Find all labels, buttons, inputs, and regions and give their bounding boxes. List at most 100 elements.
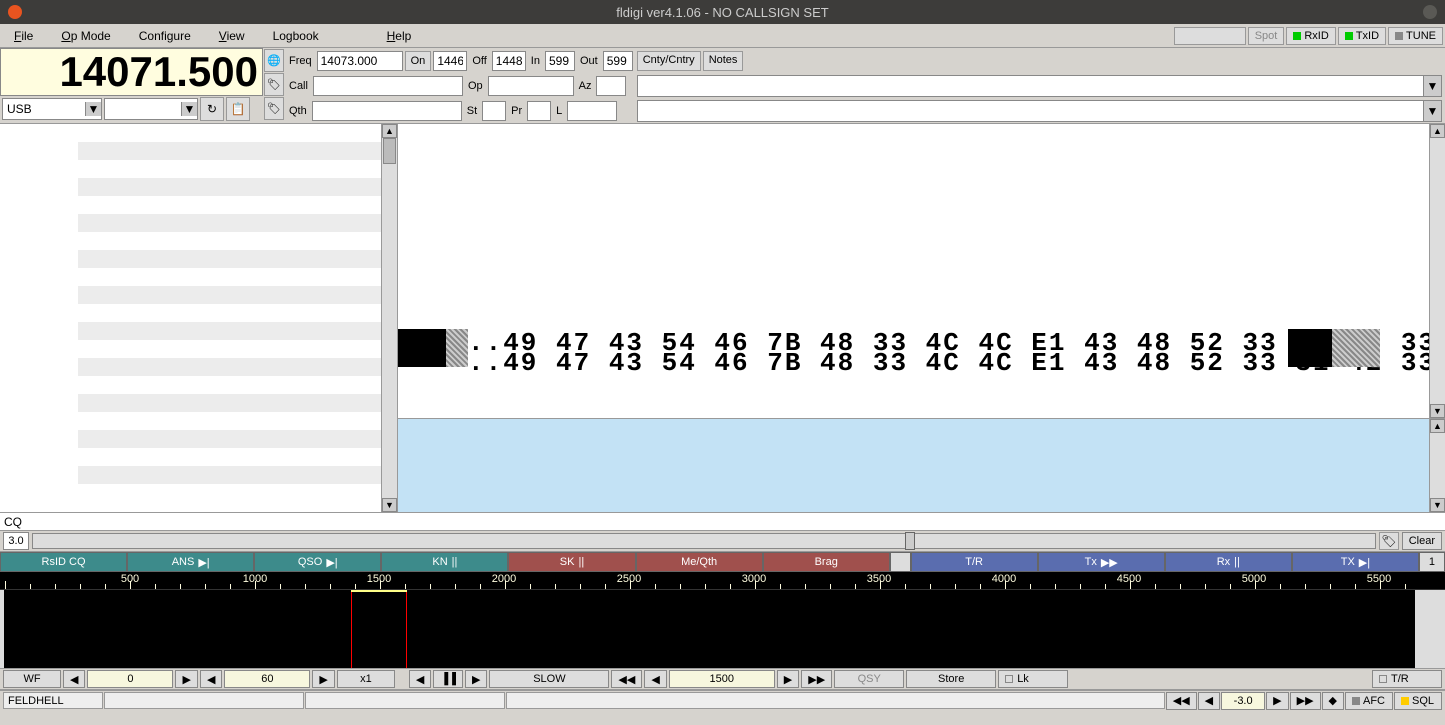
- macro-blank[interactable]: [890, 552, 911, 572]
- rx-scrollbar[interactable]: ▲ ▼: [1429, 124, 1445, 418]
- macro-rsid-cq[interactable]: RsID CQ: [0, 552, 127, 572]
- next-icon[interactable]: ▶: [175, 670, 197, 688]
- next-icon[interactable]: ▶: [777, 670, 799, 688]
- pr-input[interactable]: [527, 101, 551, 121]
- rx-text-area[interactable]: ..49 47 43 54 46 7B 48 33 4C 4C E1 43 48…: [398, 124, 1445, 418]
- lk-button[interactable]: Lk: [998, 670, 1068, 688]
- scroll-thumb[interactable]: [383, 138, 396, 164]
- tag-icon[interactable]: 🏷: [264, 73, 284, 96]
- ffwd-icon[interactable]: ▶▶: [801, 670, 832, 688]
- wf-marker[interactable]: [351, 590, 407, 668]
- menu-help[interactable]: Help: [373, 26, 426, 46]
- menu-file[interactable]: File: [0, 26, 47, 46]
- wf-button[interactable]: WF: [3, 670, 61, 688]
- menu-view[interactable]: View: [205, 26, 259, 46]
- rxid-button[interactable]: RxID: [1286, 27, 1335, 45]
- afc-button[interactable]: AFC: [1345, 692, 1393, 710]
- qsy-button[interactable]: QSY: [834, 670, 904, 688]
- wf-val2[interactable]: 60: [224, 670, 310, 688]
- macro-sk[interactable]: SK ||: [508, 552, 635, 572]
- out-input[interactable]: [603, 51, 633, 71]
- signal-list[interactable]: ▲ ▼: [0, 124, 397, 512]
- status-val[interactable]: -3.0: [1221, 692, 1265, 710]
- macro-brag[interactable]: Brag: [763, 552, 890, 572]
- frequency-display[interactable]: 14071.500: [0, 48, 263, 96]
- off-input[interactable]: [492, 51, 526, 71]
- scroll-down-icon[interactable]: ▼: [1430, 498, 1445, 512]
- combo-2[interactable]: ▼: [637, 100, 1442, 122]
- rewind-icon[interactable]: ◀◀: [611, 670, 642, 688]
- scroll-down-icon[interactable]: ▼: [1430, 404, 1445, 418]
- next-icon[interactable]: ▶: [312, 670, 334, 688]
- tune-button[interactable]: TUNE: [1388, 27, 1443, 45]
- center-freq[interactable]: 1500: [669, 670, 775, 688]
- skip-fwd-icon[interactable]: ▶▶: [1290, 692, 1321, 710]
- prev-icon[interactable]: ◀: [644, 670, 666, 688]
- zoom-button[interactable]: x1: [337, 670, 395, 688]
- scroll-up-icon[interactable]: ▲: [1430, 124, 1445, 138]
- scroll-up-icon[interactable]: ▲: [1430, 419, 1445, 433]
- cnty-button[interactable]: Cnty/Cntry: [637, 51, 701, 71]
- tag-icon[interactable]: 🏷: [1379, 532, 1399, 550]
- az-input[interactable]: [596, 76, 626, 96]
- qth-input[interactable]: [312, 101, 462, 121]
- mode-select-usb[interactable]: USB▼: [2, 98, 102, 120]
- skip-back-icon[interactable]: ◀◀: [1166, 692, 1197, 710]
- scrollbar[interactable]: ▲ ▼: [381, 124, 397, 512]
- prev-icon[interactable]: ◀: [409, 670, 431, 688]
- minimize-icon[interactable]: [1423, 5, 1437, 19]
- l-input[interactable]: [567, 101, 617, 121]
- clear-button[interactable]: Clear: [1402, 532, 1442, 550]
- macro-kn[interactable]: KN ||: [381, 552, 508, 572]
- slider-track[interactable]: [32, 533, 1376, 549]
- scroll-down-icon[interactable]: ▼: [382, 498, 397, 512]
- tag2-icon[interactable]: 🏷: [264, 97, 284, 120]
- on-input[interactable]: [433, 51, 467, 71]
- menu-configure[interactable]: Configure: [125, 26, 205, 46]
- slider-thumb[interactable]: [905, 532, 915, 550]
- spot-button[interactable]: Spot: [1248, 27, 1285, 45]
- macro-tx2[interactable]: TX ▶|: [1292, 552, 1419, 572]
- call-input[interactable]: [313, 76, 463, 96]
- macro-ans[interactable]: ANS ▶|: [127, 552, 254, 572]
- menu-opmode[interactable]: Op Mode: [47, 26, 124, 46]
- notes-button[interactable]: Notes: [703, 51, 744, 71]
- waterfall[interactable]: [0, 590, 1445, 668]
- mode-select-2[interactable]: ▼: [104, 98, 198, 120]
- next-icon[interactable]: ▶: [1266, 692, 1288, 710]
- diamond-icon[interactable]: ◆: [1322, 692, 1344, 710]
- copy-icon[interactable]: 📋: [226, 97, 250, 121]
- macro-num[interactable]: 1: [1419, 552, 1445, 572]
- macro-tx[interactable]: Tx ▶▶: [1038, 552, 1165, 572]
- tx-scrollbar[interactable]: ▲ ▼: [1429, 419, 1445, 512]
- globe-icon[interactable]: 🌐: [264, 49, 284, 72]
- combo-1[interactable]: ▼: [637, 75, 1442, 97]
- on-button[interactable]: On: [405, 51, 432, 71]
- freq-input[interactable]: [317, 51, 403, 71]
- macro-tr[interactable]: T/R: [911, 552, 1038, 572]
- macro-qso[interactable]: QSO ▶|: [254, 552, 381, 572]
- menu-logbook[interactable]: Logbook: [259, 26, 333, 46]
- refresh-icon[interactable]: ↻: [200, 97, 224, 121]
- store-button[interactable]: Store: [906, 670, 996, 688]
- macro-rx[interactable]: Rx ||: [1165, 552, 1292, 572]
- slider-value[interactable]: [3, 532, 29, 550]
- blank-button[interactable]: [1174, 27, 1246, 45]
- close-icon[interactable]: [8, 5, 22, 19]
- prev-icon[interactable]: ◀: [1198, 692, 1220, 710]
- sql-button[interactable]: SQL: [1394, 692, 1442, 710]
- prev-icon[interactable]: ◀: [200, 670, 222, 688]
- st-input[interactable]: [482, 101, 506, 121]
- op-input[interactable]: [488, 76, 574, 96]
- next-icon[interactable]: ▶: [465, 670, 487, 688]
- txid-button[interactable]: TxID: [1338, 27, 1386, 45]
- pause-icon[interactable]: ▐▐: [433, 670, 463, 688]
- in-input[interactable]: [545, 51, 575, 71]
- tx-text-area[interactable]: ▲ ▼: [398, 418, 1445, 512]
- tr-button[interactable]: T/R: [1372, 670, 1442, 688]
- wf-val1[interactable]: 0: [87, 670, 173, 688]
- speed-button[interactable]: SLOW: [489, 670, 609, 688]
- prev-icon[interactable]: ◀: [63, 670, 85, 688]
- macro-meqth[interactable]: Me/Qth: [636, 552, 763, 572]
- scroll-up-icon[interactable]: ▲: [382, 124, 397, 138]
